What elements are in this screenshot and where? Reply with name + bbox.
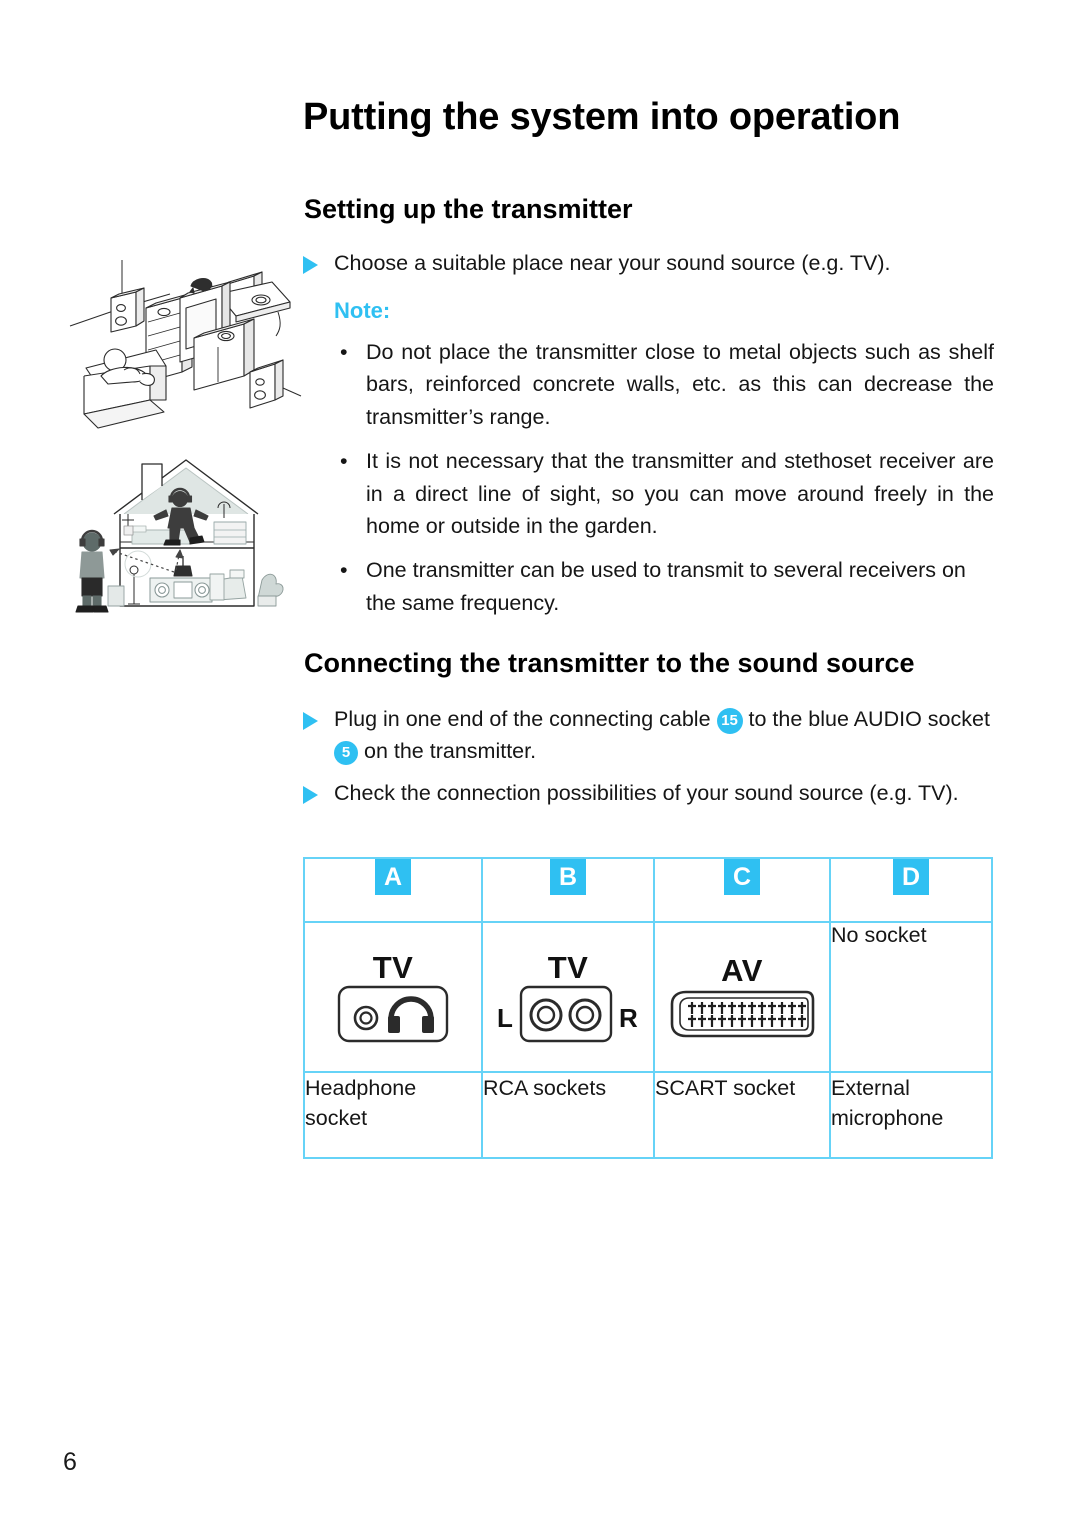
- rca-socket-icon: L R: [497, 985, 638, 1042]
- list-item-text: It is not necessary that the transmitter…: [366, 449, 994, 539]
- step1-mid-text: to the blue AUDIO socket: [748, 707, 990, 731]
- scart-socket-icon: [670, 990, 815, 1037]
- option-letter-badge: B: [550, 859, 586, 895]
- note-bullet-list: • Do not place the transmitter close to …: [334, 336, 994, 631]
- house-cross-section-illustration: [58, 446, 308, 626]
- instruction-text: Check the connection possibilities of yo…: [334, 781, 959, 805]
- arrow-bullet-icon: [303, 712, 318, 730]
- table-cell-icon-a: TV: [303, 921, 483, 1073]
- list-item: • It is not necessary that the transmitt…: [334, 445, 994, 542]
- headphone-socket-icon: [337, 985, 449, 1042]
- option-letter-badge: D: [893, 859, 929, 895]
- instruction-check-connections: Check the connection possibilities of yo…: [303, 777, 995, 809]
- step1-post-text: on the transmitter.: [363, 739, 537, 763]
- option-letter-badge: A: [375, 859, 411, 895]
- table-cell-icon-c: AV: [653, 921, 831, 1073]
- section-heading-setup: Setting up the transmitter: [304, 194, 633, 224]
- socket-panel-label: TV: [372, 949, 414, 985]
- bullet-dot-icon: •: [340, 449, 348, 474]
- rca-left-marker: L: [497, 1003, 513, 1033]
- table-cell-icon-b: TV L R: [481, 921, 655, 1073]
- list-item-text: One transmitter can be used to transmit …: [366, 558, 966, 615]
- document-page: Putting the system into operation Settin…: [0, 0, 1080, 1529]
- table-cell-icon-d: No socket: [829, 921, 993, 1073]
- table-cell-desc-b: RCA sockets: [481, 1071, 655, 1159]
- table-cell-letter-a: A: [303, 857, 483, 923]
- no-socket-text: No socket: [831, 923, 927, 947]
- living-room-setup-illustration: [58, 250, 308, 440]
- table-row-descriptions: Headphone socket RCA sockets SCART socke…: [303, 1071, 993, 1159]
- table-row-letters: A B C D: [303, 857, 993, 923]
- rca-right-marker: R: [619, 1003, 638, 1033]
- list-item: • Do not place the transmitter close to …: [334, 336, 994, 433]
- table-cell-desc-c: SCART socket: [653, 1071, 831, 1159]
- note-label: Note:: [334, 298, 391, 323]
- table-cell-letter-d: D: [829, 857, 993, 923]
- section-heading-connecting: Connecting the transmitter to the sound …: [304, 648, 915, 678]
- option-letter-badge: C: [724, 859, 760, 895]
- bullet-dot-icon: •: [340, 340, 348, 364]
- socket-panel-label: AV: [721, 952, 763, 988]
- callout-badge-5: 5: [334, 741, 358, 765]
- table-cell-desc-a: Headphone socket: [303, 1071, 483, 1159]
- arrow-bullet-icon: [303, 786, 318, 804]
- instruction-plug-cable: Plug in one end of the connecting cable …: [303, 703, 995, 767]
- table-cell-letter-c: C: [653, 857, 831, 923]
- socket-panel-label: TV: [547, 949, 589, 985]
- instruction-text: Choose a suitable place near your sound …: [334, 251, 891, 275]
- list-item: • One transmitter can be used to transmi…: [334, 554, 994, 619]
- table-cell-letter-b: B: [481, 857, 655, 923]
- step1-pre-text: Plug in one end of the connecting cable: [334, 707, 711, 731]
- table-cell-desc-d: External microphone: [829, 1071, 993, 1159]
- table-row-icons: TV TV L R AV No socket: [303, 921, 993, 1073]
- bullet-dot-icon: •: [340, 558, 348, 583]
- page-title: Putting the system into operation: [303, 96, 901, 138]
- callout-badge-15: 15: [716, 708, 743, 734]
- list-item-text: Do not place the transmitter close to me…: [366, 340, 994, 429]
- instruction-text: Plug in one end of the connecting cable …: [334, 703, 995, 767]
- page-number: 6: [63, 1448, 77, 1476]
- instruction-choose-place: Choose a suitable place near your sound …: [303, 247, 995, 279]
- connection-options-table: A B C D TV TV L R AV No socket Headphone…: [303, 857, 993, 1159]
